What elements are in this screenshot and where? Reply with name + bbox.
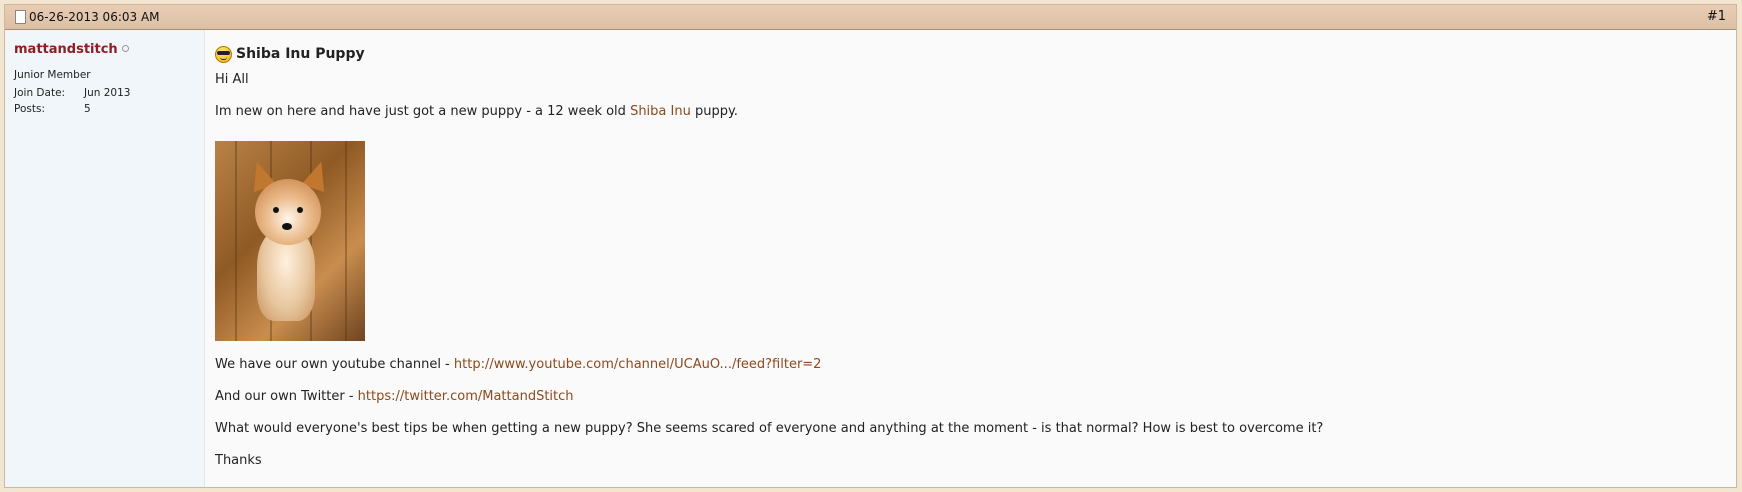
puppy-photo[interactable] [215, 141, 365, 341]
shiba-inu-link[interactable]: Shiba Inu [630, 104, 691, 119]
sunglasses-smiley-icon [215, 45, 232, 63]
posts-label: Posts: [14, 103, 45, 115]
username-link[interactable]: mattandstitch [14, 42, 118, 57]
post-number-link[interactable]: #1 [1707, 9, 1726, 24]
offline-status-icon [121, 45, 129, 52]
intro-before: Im new on here and have just got a new p… [215, 104, 631, 119]
twitter-link[interactable]: https://twitter.com/MattandStitch [358, 389, 574, 404]
youtube-before: We have our own youtube channel - [215, 357, 454, 372]
intro-after: puppy. [690, 104, 738, 119]
join-date-value: Jun 2013 [84, 87, 131, 99]
post-date: 06-26-2013 06:03 AM [29, 10, 160, 24]
twitter-text: And our own Twitter - https://twitter.co… [215, 389, 574, 406]
youtube-link[interactable]: http://www.youtube.com/channel/UCAuO.../… [454, 357, 822, 372]
forum-post: 06-26-2013 06:03 AM #1 mattandstitch Jun… [4, 4, 1737, 488]
youtube-text: We have our own youtube channel - http:/… [215, 357, 821, 374]
join-date-label: Join Date: [14, 87, 66, 99]
post-title-text: Shiba Inu Puppy [236, 46, 365, 62]
twitter-before: And our own Twitter - [215, 389, 358, 404]
greeting: Hi All [215, 72, 249, 87]
posts-value: 5 [84, 103, 91, 115]
closing-text: Thanks [215, 453, 262, 468]
post-title: Shiba Inu Puppy [215, 45, 365, 63]
document-icon [15, 10, 26, 24]
intro-text: Im new on here and have just got a new p… [215, 104, 738, 121]
join-date-stat: Join Date: Jun 2013 [14, 87, 204, 99]
post-header: 06-26-2013 06:03 AM #1 [5, 5, 1736, 30]
user-title: Junior Member [14, 69, 91, 81]
user-info-panel: mattandstitch Junior Member Join Date: J… [5, 30, 205, 487]
posts-stat: Posts: 5 [14, 103, 204, 115]
question-text: What would everyone's best tips be when … [215, 421, 1324, 436]
